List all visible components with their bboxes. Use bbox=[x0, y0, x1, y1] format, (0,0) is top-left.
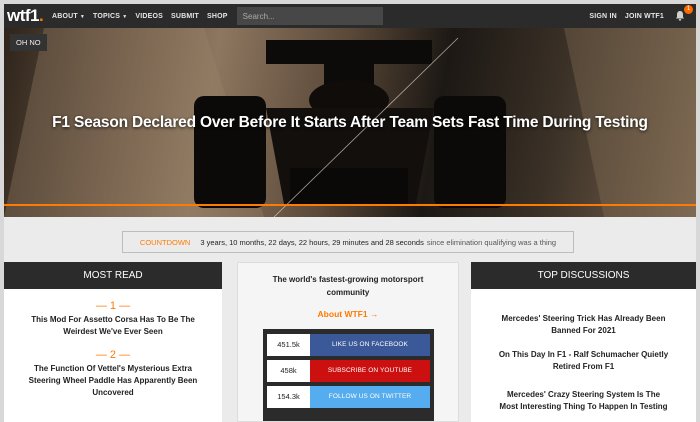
nav-submit[interactable]: SUBMIT bbox=[167, 13, 203, 20]
page: wtf1. ABOUT ▼ TOPICS ▼ VIDEOS SUBMIT SHOP … bbox=[4, 4, 696, 422]
logo-text: wtf1 bbox=[7, 6, 40, 25]
youtube-count: 458k bbox=[267, 360, 310, 382]
search-input[interactable] bbox=[236, 7, 383, 25]
nav-videos[interactable]: VIDEOS bbox=[131, 13, 167, 20]
countdown-time: 3 years, 10 months, 22 days, 22 hours, 2… bbox=[200, 237, 424, 247]
facebook-row[interactable]: 451.5k LIKE US ON FACEBOOK bbox=[267, 334, 430, 356]
community-panel: The world's fastest-growing motorsport c… bbox=[237, 262, 459, 422]
discussion-item[interactable]: Mercedes' Steering Trick Has Already Bee… bbox=[471, 313, 696, 337]
rank-number: — 1 — bbox=[95, 300, 131, 312]
hero-banner[interactable]: OH NO F1 Season Declared Over Before It … bbox=[4, 28, 696, 217]
hero-divider bbox=[4, 204, 696, 206]
discussion-item[interactable]: Mercedes' Crazy Steering System Is The M… bbox=[471, 389, 696, 413]
top-nav: wtf1. ABOUT ▼ TOPICS ▼ VIDEOS SUBMIT SHOP … bbox=[4, 4, 696, 28]
twitter-row[interactable]: 154.3k FOLLOW US ON TWITTER bbox=[267, 386, 430, 408]
youtube-row[interactable]: 458k SUBSCRIBE ON YOUTUBE bbox=[267, 360, 430, 382]
nav-about[interactable]: ABOUT ▼ bbox=[48, 13, 89, 20]
community-text: The world's fastest-growing motorsport c… bbox=[272, 275, 424, 297]
logo-dot: . bbox=[39, 6, 44, 25]
hero-title[interactable]: F1 Season Declared Over Before It Starts… bbox=[4, 114, 696, 132]
top-discussions-panel: TOP DISCUSSIONS Mercedes' Steering Trick… bbox=[471, 262, 696, 422]
nav-shop[interactable]: SHOP bbox=[203, 13, 232, 20]
countdown-suffix: since elimination qualifying was a thing bbox=[426, 237, 557, 247]
chevron-down-icon: ▼ bbox=[122, 13, 128, 20]
youtube-button[interactable]: SUBSCRIBE ON YOUTUBE bbox=[310, 360, 430, 382]
top-discussions-heading: TOP DISCUSSIONS bbox=[471, 262, 696, 289]
sign-in-link[interactable]: SIGN IN bbox=[585, 13, 620, 20]
facebook-count: 451.5k bbox=[267, 334, 310, 356]
most-read-heading: MOST READ bbox=[4, 262, 222, 289]
rank-number: — 2 — bbox=[95, 349, 131, 361]
countdown-label: COUNTDOWN bbox=[139, 237, 191, 247]
nav-account: SIGN IN JOIN WTF1 1 bbox=[585, 5, 696, 23]
logo[interactable]: wtf1. bbox=[4, 6, 48, 26]
social-box: 451.5k LIKE US ON FACEBOOK 458k SUBSCRIB… bbox=[263, 329, 434, 421]
notifications-button[interactable]: 1 bbox=[672, 5, 693, 23]
discussion-item[interactable]: On This Day In F1 - Ralf Schumacher Quie… bbox=[471, 349, 696, 373]
most-read-item[interactable]: This Mod For Assetto Corsa Has To Be The… bbox=[4, 312, 222, 338]
nav-about-label: ABOUT bbox=[52, 12, 78, 20]
category-tag[interactable]: OH NO bbox=[10, 34, 47, 51]
most-read-item[interactable]: The Function Of Vettel's Mysterious Extr… bbox=[4, 361, 222, 399]
nav-topics[interactable]: TOPICS ▼ bbox=[89, 13, 131, 20]
twitter-count: 154.3k bbox=[267, 386, 310, 408]
twitter-button[interactable]: FOLLOW US ON TWITTER bbox=[310, 386, 430, 408]
about-link[interactable]: About WTF1 → bbox=[238, 309, 458, 319]
join-link[interactable]: JOIN WTF1 bbox=[621, 13, 668, 20]
nav-topics-label: TOPICS bbox=[93, 12, 121, 20]
most-read-panel: MOST READ — 1 — This Mod For Assetto Cor… bbox=[4, 262, 222, 422]
notification-badge: 1 bbox=[684, 5, 693, 14]
chevron-down-icon: ▼ bbox=[79, 13, 86, 20]
facebook-button[interactable]: LIKE US ON FACEBOOK bbox=[310, 334, 430, 356]
countdown-box: COUNTDOWN 3 years, 10 months, 22 days, 2… bbox=[122, 231, 574, 253]
